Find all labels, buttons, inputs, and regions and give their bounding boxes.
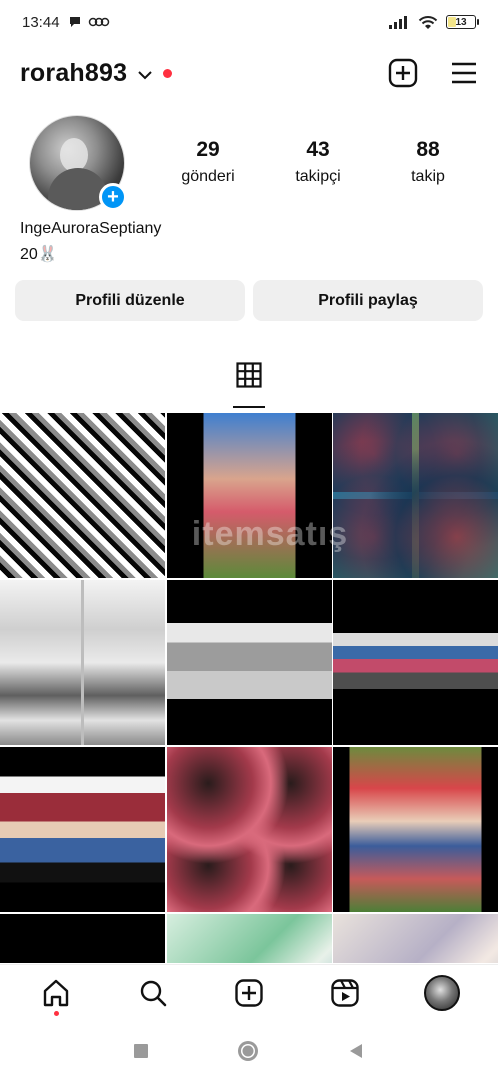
- post-thumbnail[interactable]: [166, 914, 332, 963]
- stat-label: gönderi: [181, 168, 235, 185]
- username[interactable]: rorah893: [20, 59, 127, 88]
- status-right-icons: 13: [388, 15, 479, 30]
- grid-icon: [236, 362, 262, 388]
- home-notification-dot: [53, 1010, 59, 1016]
- post-thumbnail[interactable]: [0, 747, 165, 912]
- stat-followers[interactable]: 43 takipçi: [268, 138, 368, 186]
- nav-create[interactable]: [224, 968, 274, 1018]
- nav-reels[interactable]: [320, 968, 370, 1018]
- reels-icon: [331, 978, 360, 1007]
- stat-value: 43: [306, 138, 330, 161]
- post-thumbnail[interactable]: [333, 413, 498, 578]
- post-thumbnail[interactable]: [0, 914, 165, 963]
- add-story-icon[interactable]: +: [99, 183, 127, 211]
- clock: 13:44: [22, 13, 60, 31]
- bottom-nav: [0, 964, 498, 1020]
- post-thumbnail[interactable]: [166, 413, 332, 578]
- search-icon: [140, 980, 166, 1006]
- stat-posts[interactable]: 29 gönderi: [158, 138, 258, 186]
- menu-icon[interactable]: [450, 61, 478, 85]
- bio: 20🐰: [20, 246, 58, 263]
- back-button[interactable]: [346, 1041, 366, 1061]
- chat-bubble-icon: [69, 17, 80, 27]
- post-thumbnail[interactable]: [333, 914, 498, 963]
- profile-avatar-container[interactable]: +: [29, 115, 127, 211]
- post-thumbnail[interactable]: [333, 747, 498, 912]
- profile-avatar-small: [423, 974, 460, 1011]
- profile-header: rorah893: [0, 52, 498, 94]
- stat-value: 88: [416, 138, 440, 161]
- post-thumbnail[interactable]: [0, 413, 165, 578]
- post-thumbnail[interactable]: [0, 580, 165, 745]
- post-thumbnail[interactable]: [333, 580, 498, 745]
- tab-grid[interactable]: [233, 362, 265, 410]
- battery-icon: 13: [446, 15, 479, 29]
- battery-level: 13: [455, 16, 467, 28]
- create-post-icon[interactable]: [388, 58, 418, 88]
- header-actions: [388, 58, 478, 88]
- notification-dot: [163, 68, 173, 78]
- recents-button[interactable]: [132, 1042, 150, 1060]
- infinity-icon: [88, 17, 109, 27]
- full-name: IngeAuroraSeptiany: [20, 220, 162, 237]
- status-left-icons: [68, 15, 110, 29]
- post-thumbnail[interactable]: [166, 747, 332, 912]
- post-thumbnail[interactable]: [166, 580, 332, 745]
- system-nav-bar: [0, 1022, 498, 1080]
- stat-label: takip: [411, 168, 445, 185]
- stat-label: takipçi: [295, 168, 341, 185]
- active-tab-indicator: [233, 406, 265, 408]
- post-grid: [0, 413, 498, 963]
- nav-profile[interactable]: [417, 968, 467, 1018]
- wifi-icon: [418, 15, 438, 29]
- chevron-down-icon[interactable]: [137, 70, 153, 80]
- profile-buttons: Profili düzenle Profili paylaş: [15, 280, 483, 321]
- nav-search[interactable]: [128, 968, 178, 1018]
- profile-stats: 29 gönderi 43 takipçi 88 takip: [158, 138, 478, 186]
- status-bar: 13:44 13: [0, 0, 498, 44]
- content-tabs: [0, 362, 498, 410]
- share-profile-button[interactable]: Profili paylaş: [253, 280, 483, 321]
- stat-value: 29: [196, 138, 220, 161]
- home-icon: [43, 979, 69, 1006]
- signal-icon: [389, 16, 407, 29]
- home-button[interactable]: [235, 1038, 261, 1064]
- create-icon: [235, 978, 263, 1007]
- nav-home[interactable]: [31, 968, 81, 1018]
- stat-following[interactable]: 88 takip: [378, 138, 478, 186]
- edit-profile-button[interactable]: Profili düzenle: [15, 280, 245, 321]
